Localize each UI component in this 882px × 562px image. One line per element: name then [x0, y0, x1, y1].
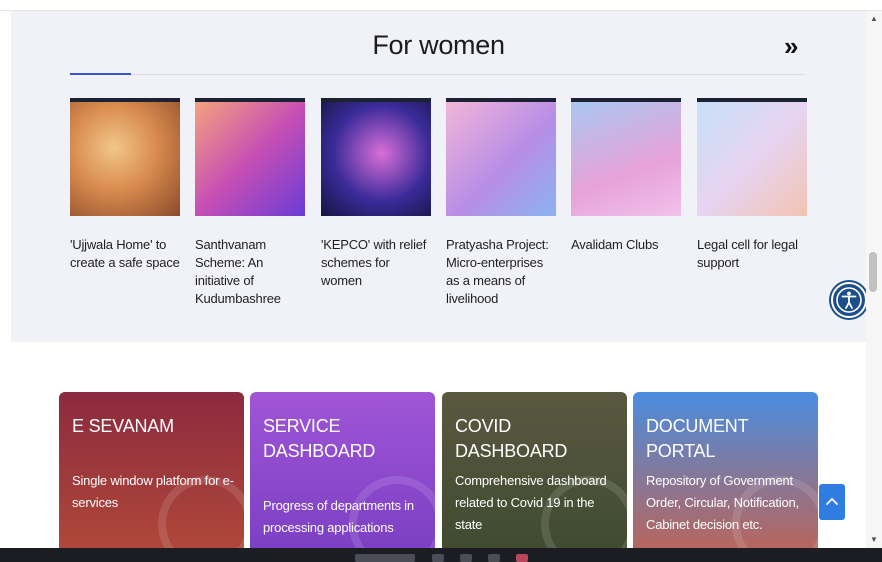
accessibility-icon-glyph — [836, 287, 862, 313]
taskbar-app-icon[interactable] — [488, 554, 500, 562]
card-image — [195, 98, 305, 216]
card-ujjwala-home[interactable]: 'Ujjwala Home' to create a safe space — [70, 98, 180, 272]
taskbar-search[interactable] — [355, 554, 415, 562]
for-women-section: For women » 'Ujjwala Home' to create a s… — [11, 11, 866, 342]
tile-title: DOCUMENT PORTAL — [646, 416, 749, 461]
chevron-up-icon — [826, 497, 838, 505]
card-caption: Legal cell for legal support — [697, 237, 798, 270]
section-divider-accent — [70, 73, 131, 75]
card-kepco[interactable]: 'KEPCO' with relief schemes for women — [321, 98, 431, 290]
card-caption: Pratyasha Project: Micro-enterprises as … — [446, 237, 549, 306]
tile-e-sevanam[interactable]: E SEVANAM Single window platform for e-s… — [59, 392, 244, 552]
card-image — [321, 98, 431, 216]
card-image — [571, 98, 681, 216]
card-pratyasha[interactable]: Pratyasha Project: Micro-enterprises as … — [446, 98, 556, 308]
tile-document-portal[interactable]: DOCUMENT PORTAL Repository of Government… — [633, 392, 818, 552]
card-legal-cell[interactable]: Legal cell for legal support — [697, 98, 807, 272]
tile-service-dashboard[interactable]: SERVICE DASHBOARD Progress of department… — [250, 392, 435, 552]
card-avalidam[interactable]: Avalidam Clubs — [571, 98, 681, 254]
section-divider — [70, 74, 805, 75]
card-image — [697, 98, 807, 216]
accessibility-icon[interactable] — [831, 282, 867, 318]
service-tiles: E SEVANAM Single window platform for e-s… — [0, 392, 882, 552]
browser-top-edge — [0, 0, 882, 11]
card-caption: Avalidam Clubs — [571, 237, 659, 252]
card-image — [70, 98, 180, 216]
taskbar — [0, 548, 882, 562]
taskbar-app-icon[interactable] — [432, 554, 444, 562]
scroll-up-arrow-icon[interactable]: ▲ — [866, 14, 882, 24]
dashboard-icon — [349, 476, 435, 552]
section-title: For women — [372, 30, 505, 60]
card-caption: Santhvanam Scheme: An initiative of Kudu… — [195, 237, 281, 306]
tile-title: E SEVANAM — [72, 416, 174, 436]
taskbar-app-icon[interactable] — [516, 554, 528, 562]
scrollbar-thumb[interactable] — [869, 252, 877, 292]
double-chevron-right-icon[interactable]: » — [784, 33, 798, 59]
tile-title: SERVICE DASHBOARD — [263, 416, 376, 461]
card-santhvanam[interactable]: Santhvanam Scheme: An initiative of Kudu… — [195, 98, 305, 308]
scroll-to-top-button[interactable] — [819, 484, 845, 520]
card-image — [446, 98, 556, 216]
tile-covid-dashboard[interactable]: COVID DASHBOARD Comprehensive dashboard … — [442, 392, 627, 552]
tile-title: COVID DASHBOARD — [455, 416, 568, 461]
scroll-down-arrow-icon[interactable]: ▼ — [866, 535, 882, 545]
card-caption: 'KEPCO' with relief schemes for women — [321, 237, 427, 288]
taskbar-app-icon[interactable] — [460, 554, 472, 562]
card-caption: 'Ujjwala Home' to create a safe space — [70, 237, 180, 270]
